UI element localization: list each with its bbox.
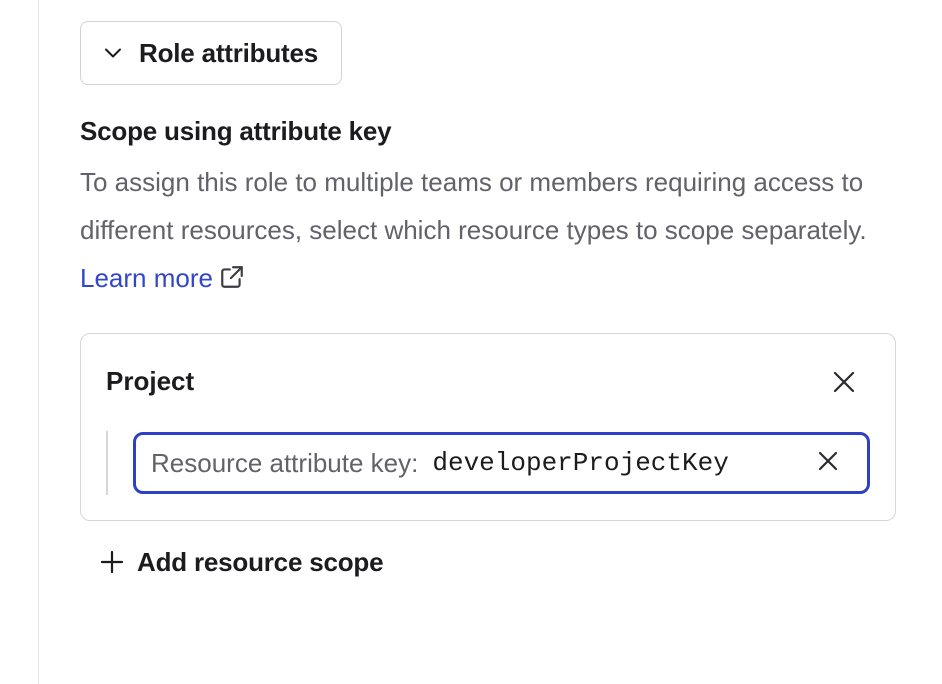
scope-card-title: Project <box>106 366 195 396</box>
remove-scope-button[interactable] <box>830 370 858 398</box>
role-attributes-label: Role attributes <box>139 37 319 68</box>
role-attributes-toggle-button[interactable]: Role attributes <box>80 21 342 85</box>
chevron-down-icon <box>103 43 123 63</box>
section-heading: Scope using attribute key <box>80 116 392 146</box>
section-description: To assign this role to multiple teams or… <box>80 158 880 305</box>
learn-more-link[interactable]: Learn more <box>80 263 245 293</box>
attribute-key-input[interactable] <box>432 448 773 478</box>
left-divider <box>38 0 39 684</box>
card-indent-rule <box>106 431 108 495</box>
add-resource-scope-label: Add resource scope <box>137 546 384 577</box>
clear-attribute-key-button[interactable] <box>815 450 841 476</box>
resource-attribute-key-field[interactable]: Resource attribute key: <box>133 432 870 494</box>
page: Role attributes Scope using attribute ke… <box>0 0 942 684</box>
learn-more-label: Learn more <box>80 263 213 293</box>
plus-icon <box>100 550 124 574</box>
add-resource-scope-button[interactable]: Add resource scope <box>100 541 384 583</box>
attribute-key-prefix: Resource attribute key: <box>151 447 419 478</box>
resource-scope-card: Project Resource attribute key: <box>80 333 896 521</box>
close-icon <box>818 451 838 476</box>
description-text: To assign this role to multiple teams or… <box>80 167 867 245</box>
external-link-icon <box>219 257 245 305</box>
close-icon <box>833 371 855 398</box>
